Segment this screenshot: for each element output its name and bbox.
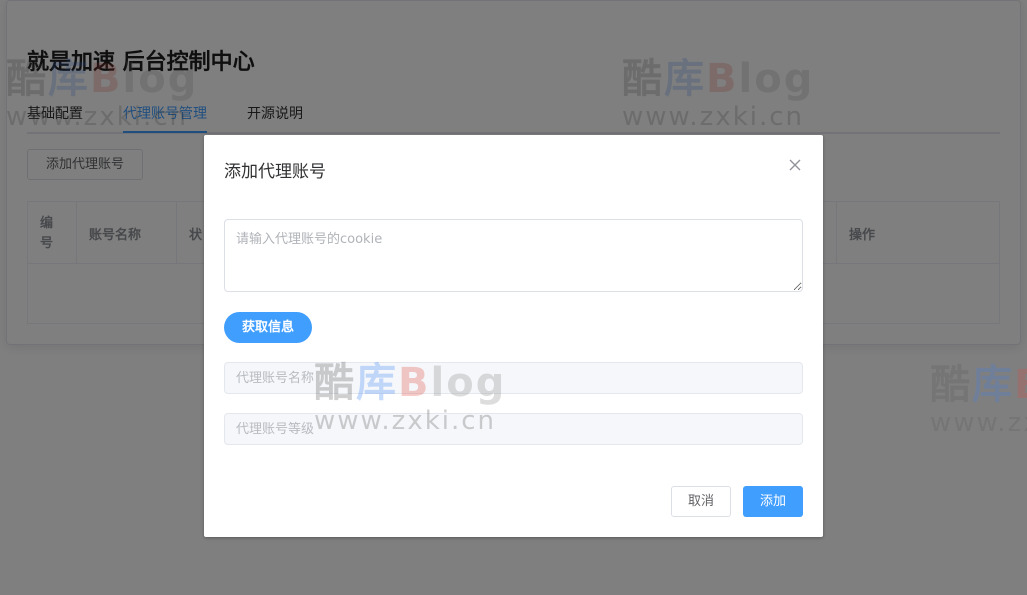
add-proxy-dialog: 添加代理账号 获取信息 取消 添加 <box>204 135 823 537</box>
dialog-title: 添加代理账号 <box>224 162 326 182</box>
account-name-field[interactable] <box>224 362 803 394</box>
cancel-button[interactable]: 取消 <box>671 486 731 517</box>
account-level-field[interactable] <box>224 413 803 445</box>
close-icon[interactable] <box>787 157 803 173</box>
fetch-info-button[interactable]: 获取信息 <box>224 312 312 343</box>
cookie-input[interactable] <box>224 219 803 292</box>
add-button[interactable]: 添加 <box>743 486 803 517</box>
